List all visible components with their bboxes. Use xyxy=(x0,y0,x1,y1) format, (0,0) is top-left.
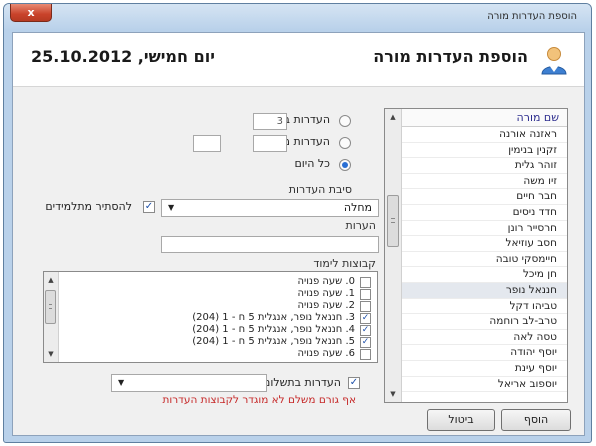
notes-input[interactable] xyxy=(161,236,379,253)
scroll-down-icon[interactable]: ▼ xyxy=(44,346,58,362)
warning-text: אף גורם משלם לא מוגדר לקבוצות העדרות xyxy=(162,394,356,406)
teacher-list-item[interactable]: טביהו דקל xyxy=(402,299,567,315)
cancel-button[interactable]: ביטול xyxy=(427,409,495,431)
study-group-label: 3. חננאל נופר, אנגלית 5 ח - 1 (204) xyxy=(192,312,355,323)
study-group-label: 6. שעה פנויה xyxy=(297,348,355,359)
teacher-list-item[interactable]: חן מיכל xyxy=(402,267,567,283)
teacher-list-item[interactable]: זקנין בנימין xyxy=(402,143,567,159)
scroll-up-icon[interactable]: ▲ xyxy=(44,272,58,288)
study-group-label: 2. שעה פנויה xyxy=(297,300,355,311)
add-button[interactable]: הוסף xyxy=(501,409,571,431)
page-title: הוספת העדרות מורה xyxy=(373,47,528,66)
study-group-label: 0. שעה פנויה xyxy=(297,276,355,287)
teacher-list-scrollbar[interactable]: ▲ ▼ xyxy=(385,109,402,402)
scroll-down-icon[interactable]: ▼ xyxy=(385,386,401,402)
reason-value: מחלה xyxy=(343,201,372,214)
hours-input[interactable]: 3 xyxy=(253,113,287,130)
scroll-up-icon[interactable]: ▲ xyxy=(385,109,401,125)
until-input[interactable] xyxy=(193,135,221,152)
study-group-label: 5. חננאל נופר, אנגלית 5 ח - 1 (204) xyxy=(192,336,355,347)
study-group-checkbox[interactable]: ✓ xyxy=(360,313,371,324)
study-group-checkbox[interactable]: ✓ xyxy=(360,337,371,348)
hours-radio[interactable] xyxy=(339,115,351,127)
groups-scrollbar[interactable]: ▲ ▼ xyxy=(44,272,59,362)
from-hour-input[interactable] xyxy=(253,135,287,152)
teacher-list-item[interactable]: טרב-לב רוחמה xyxy=(402,314,567,330)
teacher-list-item[interactable]: חרסייר רונן xyxy=(402,221,567,237)
dialog-client: הוספת העדרות מורה יום חמישי, 25.10.2012 … xyxy=(12,32,585,436)
hide-from-students-label: להסתיר מתלמידים xyxy=(45,200,132,213)
study-groups-list: ▲ ▼ 0. שעה פנויה 1. שעה פנויה 2. שעה פנויה… xyxy=(43,271,378,363)
reason-section-label: סיבת העדרות xyxy=(288,183,352,196)
chevron-down-icon: ▼ xyxy=(168,203,175,212)
teacher-list-header[interactable]: שם מורה xyxy=(402,109,567,127)
close-button[interactable]: x xyxy=(10,4,52,22)
teacher-list-item[interactable]: חננאל נופר xyxy=(402,282,567,299)
teacher-list-item[interactable]: זיו משה xyxy=(402,174,567,190)
teacher-list: שם מורה ראזנה אורנה זקנין בנימין זוהר גלית… xyxy=(402,109,567,402)
payer-select[interactable]: ▼ xyxy=(111,374,267,392)
teacher-list-item[interactable]: ראזנה אורנה xyxy=(402,127,567,143)
teacher-list-item[interactable]: זוהר גלית xyxy=(402,158,567,174)
study-groups-label: קבוצות לימוד xyxy=(313,257,376,270)
reason-select[interactable]: מחלה ▼ xyxy=(161,199,379,217)
study-group-checkbox[interactable] xyxy=(360,289,371,300)
all-day-label: כל היום xyxy=(294,157,330,170)
study-group-item[interactable]: 6. שעה פנויה xyxy=(64,348,371,361)
teacher-list-item[interactable]: חבר חיים xyxy=(402,189,567,205)
paid-absence-checkbox[interactable]: ✓ xyxy=(348,377,360,389)
teacher-list-item[interactable]: חדד ניסים xyxy=(402,205,567,221)
study-group-checkbox[interactable] xyxy=(360,301,371,312)
all-day-radio[interactable] xyxy=(339,159,351,171)
teacher-list-item[interactable]: חסב עוזיאל xyxy=(402,236,567,252)
teacher-list-item[interactable]: יוסף יהודה xyxy=(402,345,567,361)
teacher-list-item[interactable]: יוספוב אריאל xyxy=(402,377,567,393)
teacher-list-panel: ▲ ▼ שם מורה ראזנה אורנה זקנין בנימין זוהר … xyxy=(384,108,568,403)
teacher-list-item[interactable]: חיימסקי טובה xyxy=(402,252,567,268)
scroll-thumb[interactable] xyxy=(45,290,56,324)
paid-absence-label: העדרות בתשלום xyxy=(263,376,341,389)
study-group-checkbox[interactable] xyxy=(360,277,371,288)
study-group-label: 4. חננאל נופר, אנגלית 5 ח - 1 (204) xyxy=(192,324,355,335)
hide-from-students-checkbox[interactable]: ✓ xyxy=(143,201,155,213)
study-group-label: 1. שעה פנויה xyxy=(297,288,355,299)
study-group-checkbox[interactable] xyxy=(360,349,371,360)
chevron-down-icon: ▼ xyxy=(118,378,125,387)
window-title: הוספת העדרות מורה xyxy=(487,11,577,22)
teacher-list-item[interactable]: טסה לאה xyxy=(402,330,567,346)
user-icon xyxy=(541,47,567,75)
scroll-thumb[interactable] xyxy=(387,195,399,247)
notes-label: הערות xyxy=(345,219,376,232)
study-group-checkbox[interactable]: ✓ xyxy=(360,325,371,336)
dialog-header: הוספת העדרות מורה יום חמישי, 25.10.2012 xyxy=(13,33,584,87)
from-hour-radio[interactable] xyxy=(339,137,351,149)
teacher-list-item[interactable]: יוסף עינת xyxy=(402,361,567,377)
dialog-window: x הוספת העדרות מורה הוספת העדרות מורה יו… xyxy=(3,3,592,443)
date-label: יום חמישי, 25.10.2012 xyxy=(31,47,215,66)
title-bar[interactable]: x הוספת העדרות מורה xyxy=(4,4,591,30)
